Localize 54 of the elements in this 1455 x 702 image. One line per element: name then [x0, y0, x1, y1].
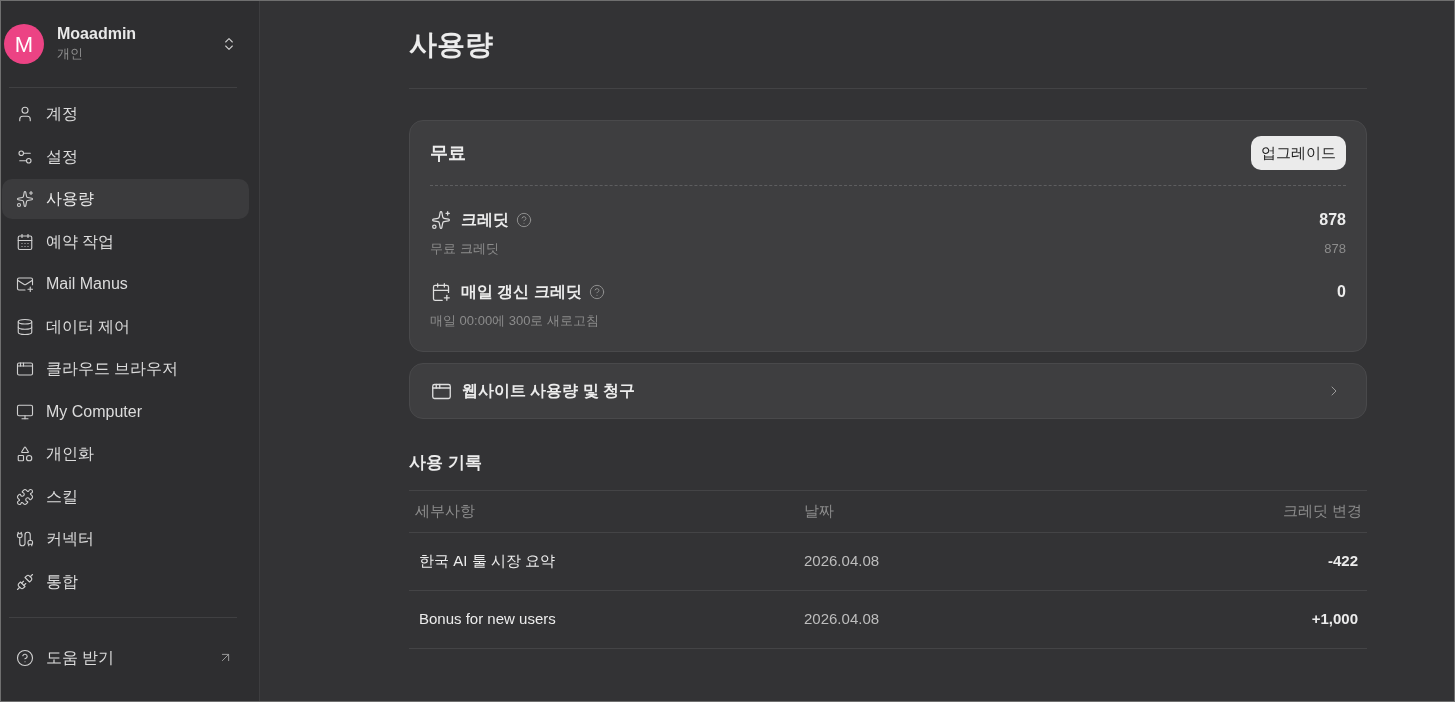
table-cell-text: -422 [1327, 551, 1359, 572]
cable-icon [16, 530, 34, 548]
sidebar-item[interactable]: 사용량 [2, 179, 249, 219]
table-cell-text: 2026.04.08 [804, 609, 880, 630]
page-title: 사용량 [409, 27, 493, 62]
calendar-icon [16, 232, 34, 251]
sidebar-item[interactable]: My Computer [2, 391, 249, 432]
browser-window-icon [16, 360, 34, 378]
credit-value: 0 [1337, 282, 1346, 302]
sidebar-item[interactable]: 데이터 제어 [2, 306, 249, 347]
credit-label: 매일 갱신 크레딧 [461, 282, 582, 302]
sidebar-item[interactable]: 커넥터 [2, 519, 249, 559]
user-icon [16, 105, 34, 123]
credit-detail: 매일 00:00에 300로 새로고침 [430, 312, 600, 331]
avatar: M [4, 24, 44, 64]
sidebar-item[interactable]: 설정 [2, 136, 249, 177]
column-header: 날짜 [804, 501, 834, 522]
database-icon [16, 317, 34, 336]
sliders-icon [16, 147, 34, 166]
sidebar-item[interactable]: 스킬 [2, 476, 249, 517]
help-icon[interactable] [588, 284, 605, 300]
sidebar-item[interactable]: 개인화 [2, 434, 249, 474]
sparkle-icon [16, 190, 34, 208]
help-icon[interactable] [516, 212, 532, 228]
credit-detail-value: 878 [1324, 240, 1346, 259]
plug-icon [16, 572, 34, 591]
calendar-plus-icon [431, 282, 451, 302]
account-plan: 개인 [57, 45, 84, 63]
sidebar-item[interactable]: Mail Manus [2, 264, 249, 304]
plan-name: 무료 [430, 141, 466, 165]
help-icon [16, 648, 34, 667]
section-title: 사용 기록 [409, 452, 483, 474]
sidebar-item[interactable]: 클라우드 브라우저 [2, 349, 249, 389]
sidebar-item[interactable]: 예약 작업 [2, 221, 249, 262]
table-cell-text: +1,000 [1311, 609, 1359, 630]
sidebar-item[interactable]: 계정 [2, 94, 249, 134]
sparkle-icon [431, 210, 451, 230]
table-cell-text: 2026.04.08 [804, 551, 880, 572]
sidebar-item[interactable]: 통합 [2, 561, 249, 602]
mail-icon [16, 275, 34, 293]
shapes-icon [16, 445, 34, 463]
account-name: Moaadmin [57, 24, 138, 44]
table-cell-text: Bonus for new users [419, 609, 556, 630]
credit-detail: 무료 크레딧 [430, 240, 499, 259]
column-header: 세부사항 [415, 501, 475, 522]
credit-label: 크레딧 [461, 210, 509, 230]
table-cell-text: 한국 AI 툴 시장 요약 [419, 551, 555, 572]
credit-value: 878 [1319, 210, 1346, 230]
help-link[interactable]: 도움 받기 [2, 637, 249, 678]
billing-link[interactable]: 웹사이트 사용량 및 청구 [409, 363, 1367, 419]
monitor-icon [16, 402, 34, 421]
column-header: 크레딧 변경 [1282, 501, 1363, 522]
upgrade-button[interactable]: 업그레이드 [1251, 136, 1346, 170]
puzzle-icon [16, 487, 34, 506]
